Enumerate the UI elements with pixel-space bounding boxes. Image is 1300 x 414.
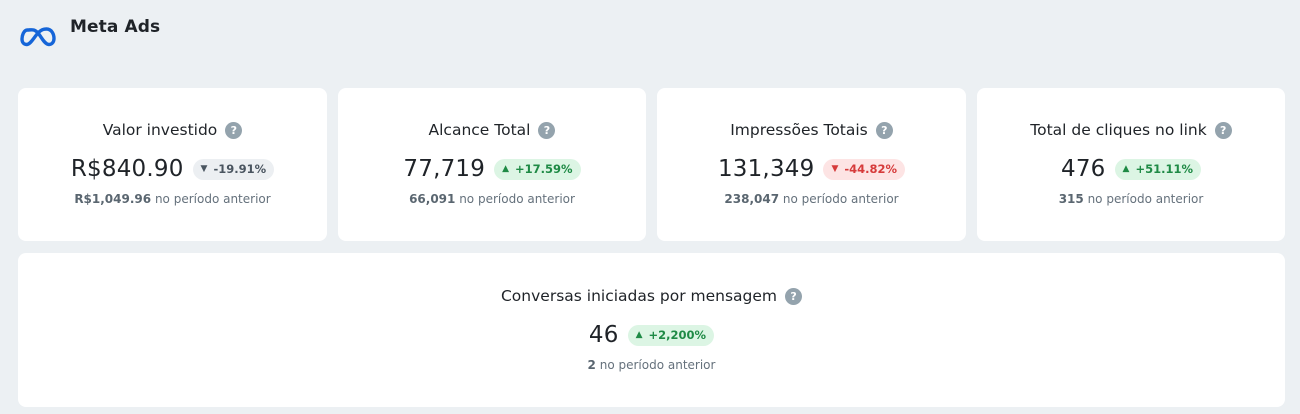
help-icon[interactable]: ? — [538, 121, 556, 139]
change-badge: ▲ +51.11% — [1114, 158, 1201, 180]
change-badge: ▲ +2,200% — [627, 324, 715, 346]
previous-value: 238,047 — [724, 192, 780, 206]
card-title: Conversas iniciadas por mensagem — [500, 287, 778, 305]
previous-label: no período anterior — [459, 192, 575, 206]
card-title: Alcance Total — [428, 121, 531, 139]
card-title: Valor investido — [102, 121, 218, 139]
previous-period: R$1,049.96 no período anterior — [74, 192, 270, 206]
previous-label: no período anterior — [154, 192, 271, 206]
metric-value: 77,719 — [403, 156, 486, 182]
previous-period: 66,091 no período anterior — [409, 192, 575, 206]
triangle-up-icon: ▲ — [635, 330, 643, 340]
previous-label: no período anterior — [1087, 192, 1204, 206]
metric-card-alcance-total: Alcance Total ? 77,719 ▲ +17.59% 66,091 … — [338, 88, 646, 241]
card-title: Total de cliques no link — [1030, 121, 1207, 139]
change-value: +2,200% — [648, 328, 707, 342]
metric-value: 46 — [588, 322, 619, 348]
page-title: Meta Ads — [70, 17, 161, 37]
metric-value: 131,349 — [717, 156, 815, 182]
previous-value: 315 — [1058, 192, 1084, 206]
help-icon[interactable]: ? — [225, 121, 243, 139]
previous-period: 238,047 no período anterior — [724, 192, 898, 206]
metric-card-impressoes-totais: Impressões Totais ? 131,349 ▼ -44.82% 23… — [657, 88, 966, 241]
metric-card-conversas-iniciadas: Conversas iniciadas por mensagem ? 46 ▲ … — [18, 253, 1285, 407]
change-value: +17.59% — [515, 162, 573, 176]
change-badge: ▼ -19.91% — [192, 158, 275, 180]
page-header: Meta Ads — [20, 14, 160, 54]
metric-value: 476 — [1061, 156, 1106, 182]
previous-value: 66,091 — [409, 192, 456, 206]
metric-card-cliques-no-link: Total de cliques no link ? 476 ▲ +51.11%… — [977, 88, 1285, 241]
triangle-up-icon: ▲ — [1122, 164, 1130, 174]
change-value: -19.91% — [213, 162, 267, 176]
card-title: Impressões Totais — [730, 121, 868, 139]
previous-value: R$1,049.96 — [74, 192, 152, 206]
help-icon[interactable]: ? — [785, 287, 803, 305]
change-badge: ▼ -44.82% — [823, 158, 906, 180]
metric-value: R$840.90 — [70, 156, 184, 182]
previous-label: no período anterior — [599, 358, 716, 372]
meta-logo-icon — [20, 27, 56, 47]
triangle-down-icon: ▼ — [200, 164, 208, 174]
triangle-up-icon: ▲ — [502, 164, 510, 174]
change-value: +51.11% — [1135, 162, 1193, 176]
help-icon[interactable]: ? — [1214, 121, 1232, 139]
change-value: -44.82% — [844, 162, 898, 176]
metric-card-valor-investido: Valor investido ? R$840.90 ▼ -19.91% R$1… — [18, 88, 327, 241]
previous-period: 315 no período anterior — [1059, 192, 1204, 206]
help-icon[interactable]: ? — [875, 121, 893, 139]
previous-period: 2 no período anterior — [588, 358, 716, 372]
previous-label: no período anterior — [782, 192, 899, 206]
triangle-down-icon: ▼ — [831, 164, 839, 174]
previous-value: 2 — [587, 358, 596, 372]
change-badge: ▲ +17.59% — [494, 158, 581, 180]
